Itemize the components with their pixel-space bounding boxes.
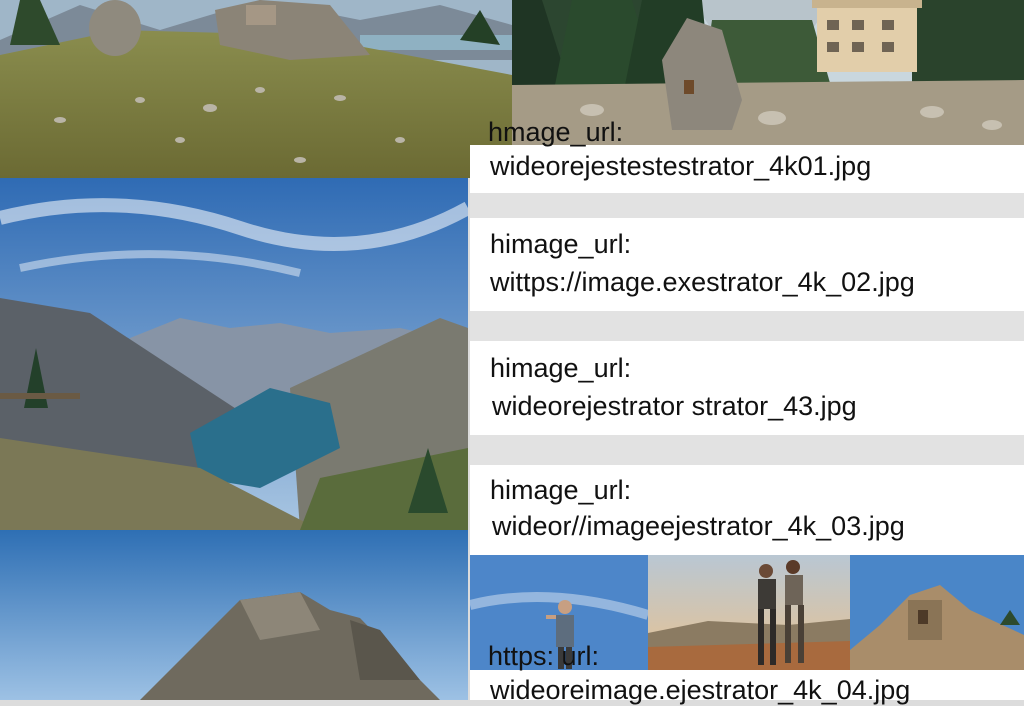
caption-key: https: url:	[488, 641, 600, 671]
caption-key: himage_url:	[490, 475, 632, 505]
two-hikers-sunset-photo	[648, 555, 850, 670]
caption-filename: wideor//imageejestrator_4k_03.jpg	[492, 511, 905, 541]
caption-key: hmage_url:	[488, 117, 624, 147]
divider	[470, 311, 1024, 341]
divider	[470, 193, 1024, 218]
rock-ruins-photo	[850, 555, 1024, 670]
caption-filename: wideoreimage.ejestrator_4k_04.jpg	[490, 675, 911, 705]
alpine-meadow-boulders-photo	[0, 0, 512, 178]
mountain-lake-valley-photo	[0, 178, 468, 530]
caption-key: himage_url:	[490, 229, 632, 259]
rocky-peak-blue-sky-photo	[0, 530, 468, 700]
caption-key: himage_url:	[490, 353, 632, 383]
caption-filename: wittps://image.exestrator_4k_02.jpg	[490, 267, 915, 297]
divider	[470, 435, 1024, 465]
caption-filename: wideorejestrator strator_43.jpg	[492, 391, 857, 421]
caption-filename: wideorejestestestrator_4k01.jpg	[490, 151, 872, 181]
